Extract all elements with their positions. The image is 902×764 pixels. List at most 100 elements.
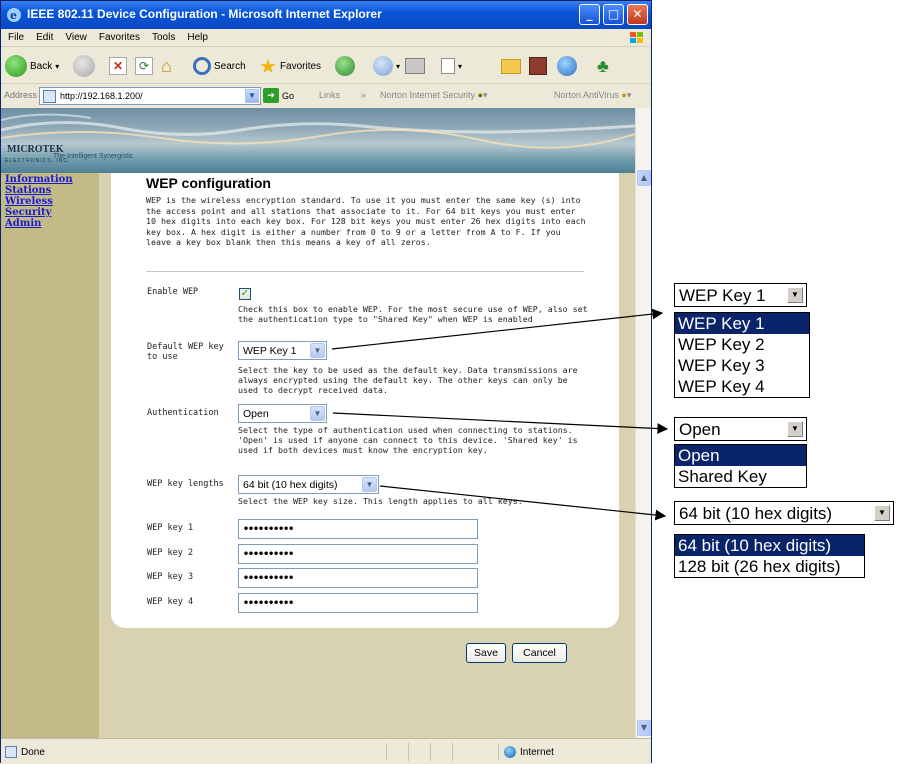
chevron-down-icon[interactable]: ▼ xyxy=(874,505,890,521)
norton-antivirus[interactable]: Norton AntiVirus ●▾ xyxy=(554,90,631,101)
maximize-button[interactable]: □ xyxy=(603,4,624,25)
svg-text:e: e xyxy=(10,9,17,22)
internet-explorer-icon: e xyxy=(7,8,21,22)
wep-key-3-input[interactable]: •••••••••• xyxy=(238,568,478,588)
page-done-icon xyxy=(5,746,17,758)
wep-key-2-input[interactable]: •••••••••• xyxy=(238,544,478,564)
list-item[interactable]: WEP Key 2 xyxy=(675,334,809,355)
authentication-callout-select[interactable]: Open ▼ xyxy=(674,417,807,441)
menu-bar: File Edit View Favorites Tools Help xyxy=(1,29,651,47)
status-divider xyxy=(408,743,409,761)
chevron-down-icon[interactable]: ▼ xyxy=(362,477,377,492)
minimize-button[interactable]: _ xyxy=(579,4,600,25)
go-button[interactable]: ➜ Go xyxy=(263,88,294,103)
search-button[interactable]: Search xyxy=(193,54,246,78)
back-button[interactable]: Back ▾ xyxy=(5,54,59,78)
address-url: http://192.168.1.200/ xyxy=(60,91,143,101)
key-lengths-help: Select the WEP key size. This length app… xyxy=(238,496,523,506)
list-item[interactable]: 128 bit (26 hex digits) xyxy=(675,556,864,577)
menu-edit[interactable]: Edit xyxy=(29,29,58,43)
mail-icon xyxy=(373,56,393,76)
wep-config-panel: WEP configuration WEP is the wireless en… xyxy=(111,173,619,628)
links-toolbar[interactable]: Links xyxy=(319,90,340,100)
cancel-button[interactable]: Cancel xyxy=(512,643,567,663)
authentication-help: Select the type of authentication used w… xyxy=(238,425,578,455)
chevron-down-icon[interactable]: ▼ xyxy=(310,406,325,421)
refresh-button[interactable]: ⟳ xyxy=(135,54,153,78)
norton-internet-security[interactable]: » Norton Internet Security ●▾ xyxy=(361,90,488,101)
chevron-down-icon[interactable]: ▼ xyxy=(245,89,259,103)
messenger-icon xyxy=(557,56,577,76)
page-viewport: MICROTEK ELECTRONICS, INC. The Intellige… xyxy=(1,108,635,738)
save-button[interactable]: Save xyxy=(466,643,506,663)
address-input[interactable]: http://192.168.1.200/ ▼ xyxy=(39,87,261,105)
wep-key-1-input[interactable]: •••••••••• xyxy=(238,519,478,539)
sidebar-item-stations[interactable]: Stations xyxy=(1,185,99,196)
menu-favorites[interactable]: Favorites xyxy=(92,29,145,43)
default-key-callout-select[interactable]: WEP Key 1 ▼ xyxy=(674,283,807,307)
menu-help[interactable]: Help xyxy=(180,29,213,43)
home-button[interactable]: ⌂ xyxy=(161,54,172,78)
chevron-down-icon[interactable]: ▼ xyxy=(310,343,325,358)
close-button[interactable]: ✕ xyxy=(627,4,648,25)
network-button[interactable]: ♣ xyxy=(597,54,609,78)
list-item[interactable]: WEP Key 3 xyxy=(675,355,809,376)
folder-icon xyxy=(501,58,521,74)
key-lengths-select[interactable]: 64 bit (10 hex digits) ▼ xyxy=(238,475,379,494)
wep-key-2-label: WEP key 2 xyxy=(147,548,194,558)
mail-button[interactable]: ▾ xyxy=(373,54,400,78)
menu-view[interactable]: View xyxy=(58,29,92,43)
folder-button[interactable] xyxy=(501,54,521,78)
vertical-scrollbar[interactable]: ▲ ▼ xyxy=(635,108,651,738)
sidebar-item-wireless[interactable]: Wireless xyxy=(1,196,99,207)
chevron-down-icon[interactable]: ▼ xyxy=(787,421,803,437)
divider xyxy=(146,271,584,272)
edit-button[interactable]: ▾ xyxy=(441,54,462,78)
favorites-button[interactable]: ★ Favorites xyxy=(259,54,321,78)
windows-logo-icon xyxy=(630,32,643,43)
go-label: Go xyxy=(282,90,295,101)
list-item[interactable]: WEP Key 4 xyxy=(675,376,809,397)
norton-av-label: Norton AntiVirus xyxy=(554,90,619,100)
list-item[interactable]: 64 bit (10 hex digits) xyxy=(675,535,864,556)
scroll-up-icon[interactable]: ▲ xyxy=(637,170,651,186)
scroll-down-icon[interactable]: ▼ xyxy=(637,720,651,736)
header-banner: MICROTEK ELECTRONICS, INC. The Intellige… xyxy=(1,108,635,173)
document-icon xyxy=(441,58,455,74)
search-label: Search xyxy=(214,60,246,72)
history-button[interactable] xyxy=(335,54,355,78)
printer-icon xyxy=(405,58,425,74)
sidebar-item-security[interactable]: Security xyxy=(1,207,99,218)
window-title: IEEE 802.11 Device Configuration - Micro… xyxy=(27,7,382,21)
refresh-icon: ⟳ xyxy=(135,57,153,75)
wep-key-4-input[interactable]: •••••••••• xyxy=(238,593,478,613)
sidebar-item-admin[interactable]: Admin xyxy=(1,218,99,229)
default-key-select[interactable]: WEP Key 1 ▼ xyxy=(238,341,327,360)
authentication-select[interactable]: Open ▼ xyxy=(238,404,327,423)
menu-tools[interactable]: Tools xyxy=(145,29,180,43)
default-key-label: Default WEP key to use xyxy=(147,342,224,362)
norton-status-icon: ● xyxy=(477,90,484,100)
enable-wep-checkbox[interactable]: ✓ xyxy=(239,288,251,300)
forward-button[interactable] xyxy=(73,54,95,78)
stop-icon: ✕ xyxy=(109,57,127,75)
wep-description: WEP is the wireless encryption standard.… xyxy=(146,195,586,247)
print-button[interactable] xyxy=(405,54,425,78)
research-button[interactable] xyxy=(529,54,547,78)
norton-av-icon: ● xyxy=(621,90,627,100)
list-item[interactable]: WEP Key 1 xyxy=(675,313,809,334)
home-icon: ⌂ xyxy=(161,55,172,76)
list-item[interactable]: Shared Key xyxy=(675,466,806,487)
stop-button[interactable]: ✕ xyxy=(109,54,127,78)
status-divider xyxy=(386,743,387,761)
key-lengths-callout-select[interactable]: 64 bit (10 hex digits) ▼ xyxy=(674,501,894,525)
messenger-button[interactable] xyxy=(557,54,577,78)
list-item[interactable]: Open xyxy=(675,445,806,466)
page-title: WEP configuration xyxy=(146,175,271,191)
menu-file[interactable]: File xyxy=(1,29,29,43)
chevron-down-icon: ▾ xyxy=(458,61,463,71)
sidebar-item-information[interactable]: Information xyxy=(1,174,99,185)
search-icon xyxy=(193,57,211,75)
title-bar[interactable]: e IEEE 802.11 Device Configuration - Mic… xyxy=(1,1,651,29)
chevron-down-icon[interactable]: ▼ xyxy=(787,287,803,303)
